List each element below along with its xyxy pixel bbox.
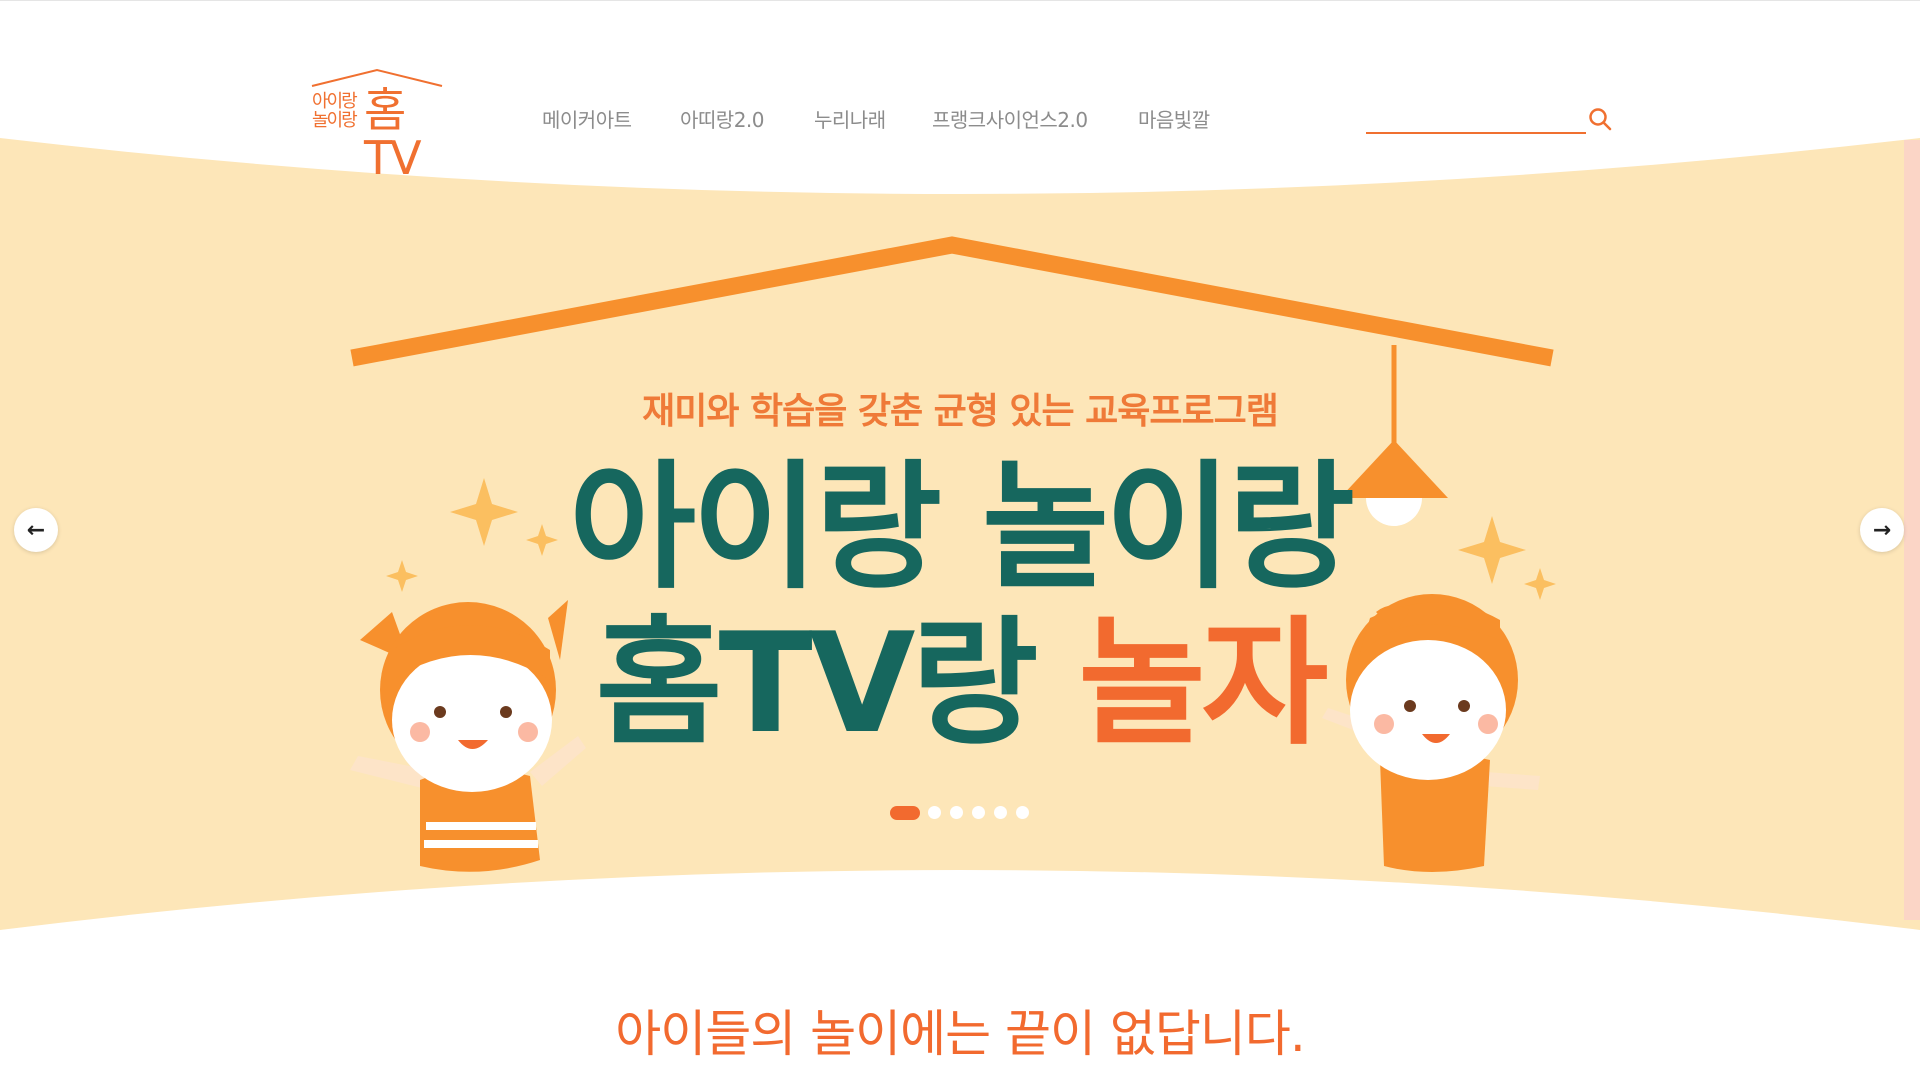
search-icon[interactable] xyxy=(1587,106,1613,132)
slide-dot-5[interactable] xyxy=(994,806,1007,819)
nav-item-frank-science[interactable]: 프랭크사이언스2.0 xyxy=(932,104,1088,133)
slide-dot-6[interactable] xyxy=(1016,806,1029,819)
logo-small-text: 아이랑 놀이랑 xyxy=(312,92,366,130)
slide-dot-2[interactable] xyxy=(928,806,941,819)
hero-title-main: 홈TV랑 xyxy=(595,603,1039,764)
hero-title-line1: 아이랑 놀이랑 xyxy=(569,447,1355,608)
logo-line2: 놀이랑 xyxy=(312,110,358,131)
site-logo[interactable]: 아이랑 놀이랑 홈TV xyxy=(308,66,446,182)
section-tagline: 아이들의 놀이에는 끝이 없답니다. xyxy=(615,1005,1306,1063)
arrow-right-icon: → xyxy=(1872,517,1892,543)
nav-item-maker-art[interactable]: 메이커아트 xyxy=(542,104,632,133)
hero-title: 아이랑 놀이랑 홈TV랑 놀자 xyxy=(0,450,1920,762)
search-box xyxy=(1366,104,1612,138)
hero-title-line2: 홈TV랑 놀자 xyxy=(0,606,1920,762)
hero-subtitle: 재미와 학습을 갖춘 균형 있는 교육프로그램 xyxy=(642,391,1279,432)
nav-item-maeum-bitkkal[interactable]: 마음빛깔 xyxy=(1138,104,1210,133)
search-input[interactable] xyxy=(1366,104,1586,134)
hero-title-accent: 놀자 xyxy=(1078,603,1328,764)
next-slide-button[interactable]: → xyxy=(1860,508,1904,552)
logo-line1: 아이랑 xyxy=(312,91,358,112)
slide-dot-1[interactable] xyxy=(890,806,920,820)
prev-slide-button[interactable]: ← xyxy=(14,508,58,552)
slide-dot-4[interactable] xyxy=(972,806,985,819)
logo-big-text: 홈TV xyxy=(364,83,422,185)
nav-item-atti[interactable]: 아띠랑2.0 xyxy=(680,104,765,133)
nav-item-nurinarae[interactable]: 누리나래 xyxy=(814,104,886,133)
hero-banner: 재미와 학습을 갖춘 균형 있는 교육프로그램 아이랑 놀이랑 홈TV랑 놀자 … xyxy=(0,0,1920,1080)
slide-dot-3[interactable] xyxy=(950,806,963,819)
arrow-left-icon: ← xyxy=(26,517,46,543)
